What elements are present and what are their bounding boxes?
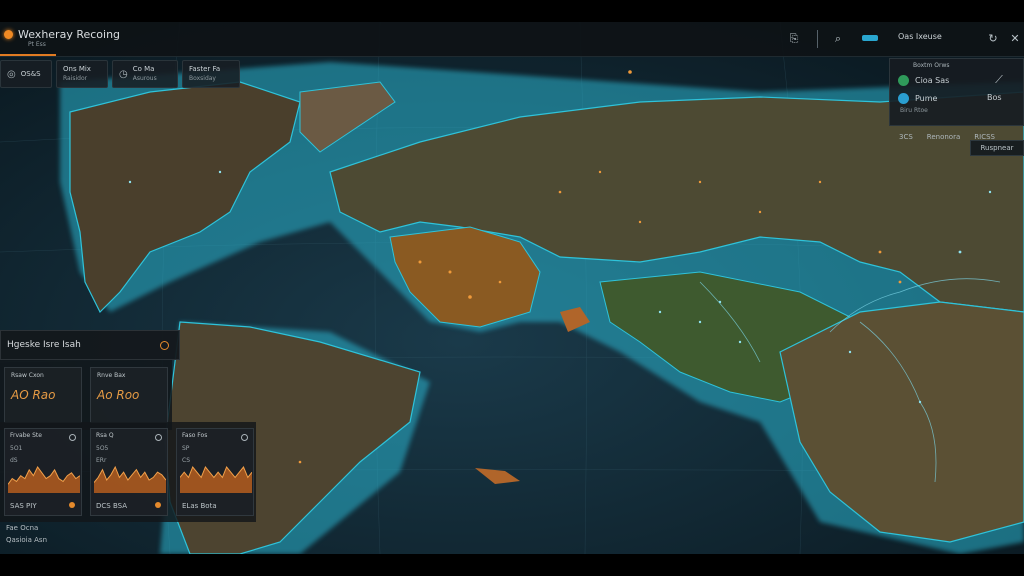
right-legend-panel: Boxtm Orws Cioa Sas ⟋ Pume Bos Biru Rtoe <box>889 58 1024 126</box>
left-panel-header: Hgeske Isre Isah <box>0 330 180 360</box>
mini-number: SP <box>182 445 190 452</box>
green-dot-icon <box>898 75 909 86</box>
sparkline-area <box>8 467 80 493</box>
blue-dot-icon <box>898 93 909 104</box>
chip-line: Co Ma <box>132 65 155 73</box>
legend-extra: Bos <box>987 93 1002 102</box>
mini-footer: SAS PIY <box>10 502 37 510</box>
globe-icon: ◎ <box>7 68 16 80</box>
trend-icon: ⟋ <box>995 73 1003 86</box>
chip-line: Raisidor <box>63 75 88 82</box>
share-icon[interactable]: ⎘ <box>787 32 801 46</box>
legend-footer-item: 3CS <box>899 133 913 141</box>
legend-action-button[interactable]: Ruspnear <box>970 140 1024 156</box>
legend-row[interactable]: Pume <box>898 93 937 104</box>
mini-label: Rsa Q <box>96 432 114 439</box>
legend-title: Boxtm Orws <box>913 62 950 69</box>
stat-label: Rsaw Cxon <box>11 372 44 379</box>
chip-label: OS&S <box>20 70 41 78</box>
chip-4[interactable]: Faster Fa Boxsiday <box>182 60 240 88</box>
sparkline <box>180 466 252 493</box>
legend-footer-item: Renonora <box>926 133 961 141</box>
stat-card[interactable]: Rsaw Cxon AO Rao <box>4 367 82 423</box>
search-icon[interactable]: ⌕ <box>831 32 845 46</box>
mini-number: 5O1 <box>10 445 23 452</box>
close-icon[interactable]: ✕ <box>1008 32 1022 46</box>
stat-value: Ao Roo <box>97 388 140 402</box>
brand[interactable]: Wexheray Recoing <box>4 28 120 41</box>
filter-chips: ◎ OS&S Ons Mix Raisidor ◷ Co Ma Asurous Fa… <box>0 60 240 88</box>
left-footer-2: Qasioia Asn <box>6 536 48 544</box>
active-tab-indicator <box>0 54 56 56</box>
mini-chart-card[interactable]: Rsa Q 5O5 ERr DCS BSA <box>90 428 168 516</box>
status-dot-icon <box>69 502 75 508</box>
chip-globe[interactable]: ◎ OS&S <box>0 60 52 88</box>
mini-footer: ELas Bota <box>182 502 217 510</box>
status-ring-icon[interactable] <box>160 341 169 350</box>
sparkline-area <box>94 467 166 493</box>
chip-line: Asurous <box>132 75 157 82</box>
mini-label: Faso Fos <box>182 432 208 439</box>
bottom-letterbox <box>0 554 1024 576</box>
legend-row[interactable]: Cioa Sas <box>898 75 949 86</box>
left-footer-1: Fae Ocna <box>6 524 39 532</box>
chip-2[interactable]: Ons Mix Raisidor <box>56 60 108 88</box>
legend-label: Cioa Sas <box>915 76 950 85</box>
status-dot-icon <box>155 502 161 508</box>
legend-label: Pume <box>915 94 938 103</box>
top-bar: Wexheray Recoing Pt Ess ⎘ ⌕ Oas Ixeuse ↻… <box>0 22 1024 57</box>
mini-chart-card[interactable]: Frvabe Ste 5O1 dS SAS PIY <box>4 428 82 516</box>
mini-number: 5O5 <box>96 445 109 452</box>
stat-label: Rnve Bax <box>97 372 126 379</box>
map-app: Wexheray Recoing Pt Ess ⎘ ⌕ Oas Ixeuse ↻… <box>0 22 1024 554</box>
info-icon[interactable] <box>241 434 248 441</box>
mini-footer: DCS BSA <box>96 502 127 510</box>
sparkline <box>8 466 80 493</box>
mini-label: Frvabe Ste <box>10 432 42 439</box>
stat-card[interactable]: Rnve Bax Ao Roo <box>90 367 168 423</box>
sparkline <box>94 465 166 493</box>
app-title: Wexheray Recoing <box>18 28 121 41</box>
toolbar-divider <box>817 30 818 48</box>
chip-line: Ons Mix <box>63 65 91 73</box>
toolbar-label: Oas Ixeuse <box>898 32 942 41</box>
logo-icon <box>4 30 13 39</box>
top-letterbox <box>0 0 1024 22</box>
chip-3[interactable]: ◷ Co Ma Asurous <box>112 60 178 88</box>
chip-line: Faster Fa <box>189 65 221 73</box>
legend-sub: Biru Rtoe <box>900 107 928 114</box>
chip-line: Boxsiday <box>189 75 216 82</box>
refresh-icon[interactable]: ↻ <box>986 32 1000 46</box>
info-icon[interactable] <box>155 434 162 441</box>
stat-value: AO Rao <box>11 388 56 402</box>
app-subtitle: Pt Ess <box>28 41 46 48</box>
layer-toggle[interactable] <box>862 35 878 41</box>
clock-icon: ◷ <box>119 68 128 80</box>
left-panel-title: Hgeske Isre Isah <box>7 340 81 350</box>
mini-chart-card[interactable]: Faso Fos SP CS ELas Bota <box>176 428 254 516</box>
info-icon[interactable] <box>69 434 76 441</box>
